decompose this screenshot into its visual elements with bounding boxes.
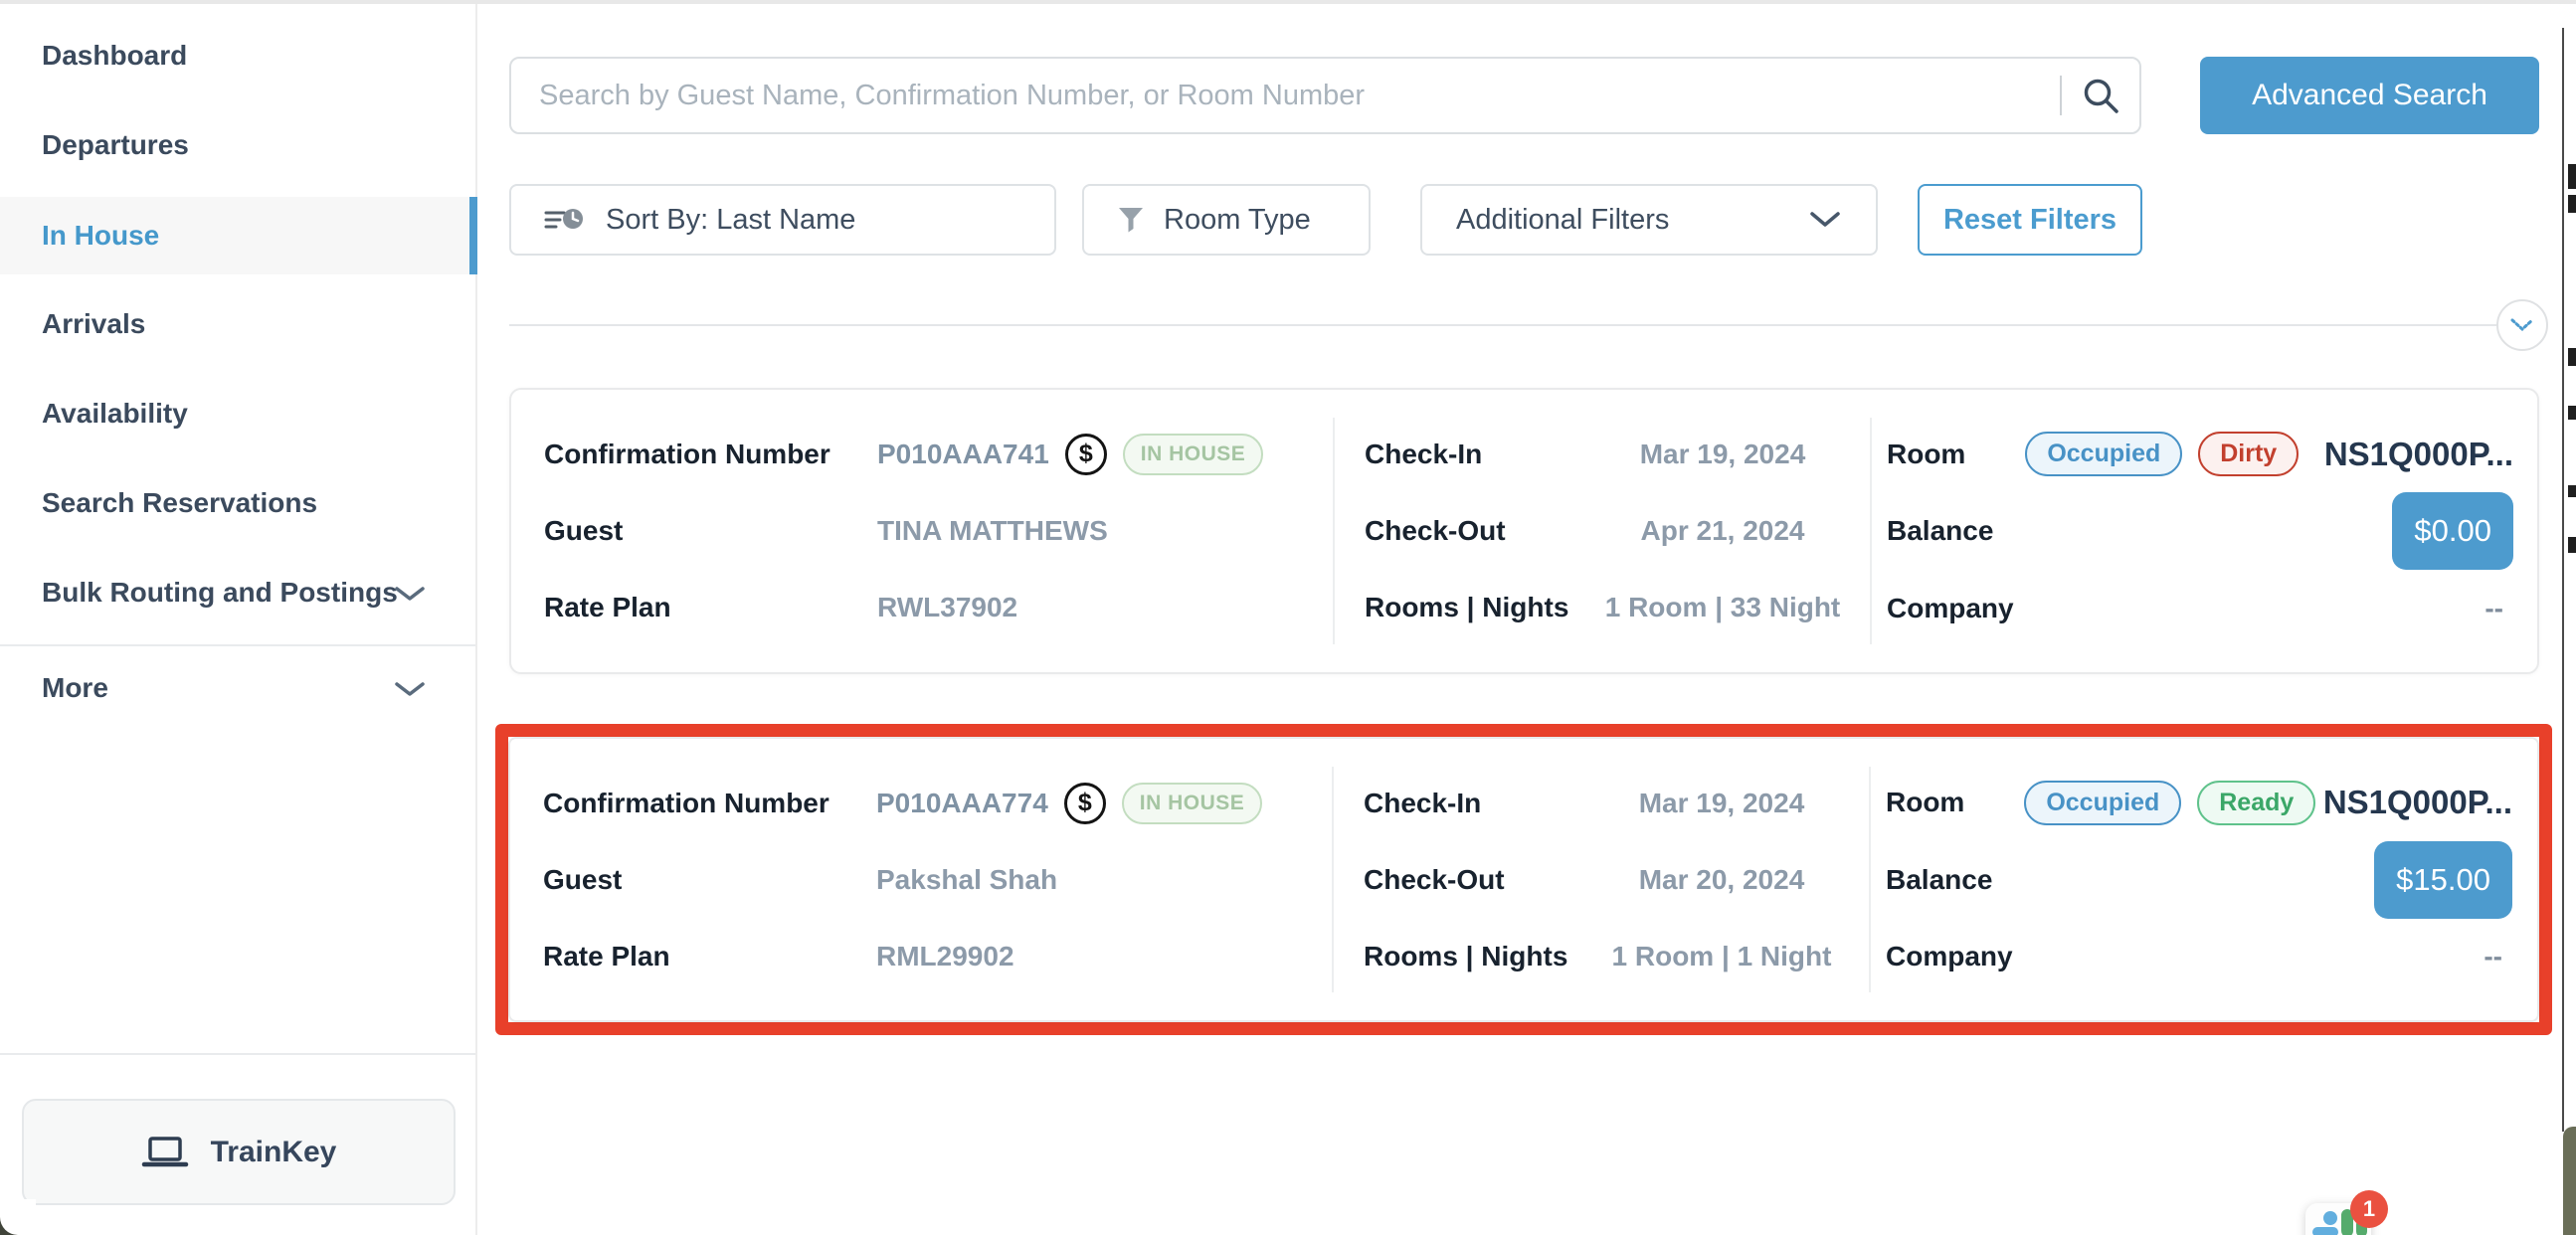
highlight-box: Confirmation Number P010AAA774 $ IN HOUS… — [495, 724, 2552, 1035]
check-in-label: Check-In — [1364, 788, 1577, 819]
app-window: Dashboard Departures In House Arrivals A… — [0, 0, 2576, 1235]
window-corner-mask — [0, 1199, 36, 1235]
dollar-icon[interactable]: $ — [1064, 783, 1106, 824]
check-out-label: Check-Out — [1364, 864, 1577, 896]
reservation-card[interactable]: Confirmation Number P010AAA774 $ IN HOUS… — [508, 737, 2539, 1022]
balance-label: Balance — [1886, 864, 1992, 896]
balance-label: Balance — [1887, 515, 1993, 547]
filter-funnel-icon — [1116, 205, 1146, 235]
trainkey-label: TrainKey — [211, 1136, 337, 1169]
background-window-fragment — [2568, 195, 2576, 213]
sidebar-item-availability[interactable]: Availability — [0, 375, 477, 452]
housekeeping-badge: Ready — [2197, 781, 2315, 825]
card-column-divider — [1870, 418, 1872, 644]
sidebar-footer-divider — [0, 1053, 475, 1055]
card-column-divider — [1333, 418, 1335, 644]
search-input[interactable] — [509, 57, 2141, 134]
laptop-icon — [141, 1137, 189, 1168]
room-label: Room — [1886, 787, 1964, 818]
sidebar-item-more[interactable]: More — [0, 649, 477, 727]
search-divider — [2060, 76, 2062, 115]
background-window-fragment — [2568, 537, 2576, 553]
room-number: NS1Q000P... — [2323, 784, 2512, 821]
housekeeping-badge: Dirty — [2198, 432, 2299, 476]
guest-name: TINA MATTHEWS — [877, 515, 1108, 547]
rate-plan-value: RWL37902 — [877, 592, 1017, 623]
sidebar-item-departures[interactable]: Departures — [0, 106, 477, 184]
guest-label: Guest — [543, 864, 876, 896]
occupancy-badge: Occupied — [2024, 781, 2181, 825]
advanced-search-button[interactable]: Advanced Search — [2200, 57, 2539, 134]
sidebar-divider — [0, 644, 475, 646]
company-label: Company — [1886, 941, 2013, 972]
section-divider — [509, 324, 2496, 326]
guest-label: Guest — [544, 515, 877, 547]
background-window-fragment — [2568, 348, 2576, 366]
balance-button[interactable]: $15.00 — [2374, 841, 2512, 919]
confirmation-label: Confirmation Number — [544, 439, 877, 470]
status-badge: IN HOUSE — [1122, 783, 1263, 824]
room-type-button[interactable]: Room Type — [1082, 184, 1371, 256]
sidebar-item-in-house[interactable]: In House — [0, 197, 477, 274]
rate-plan-value: RML29902 — [876, 941, 1014, 972]
guest-name: Pakshal Shah — [876, 864, 1057, 896]
sidebar-item-bulk-routing[interactable]: Bulk Routing and Postings — [0, 554, 477, 631]
trainkey-button[interactable]: TrainKey — [22, 1099, 456, 1205]
occupancy-badge: Occupied — [2025, 432, 2182, 476]
sidebar-item-arrivals[interactable]: Arrivals — [0, 285, 477, 363]
company-label: Company — [1887, 593, 2014, 624]
rate-plan-label: Rate Plan — [543, 941, 876, 972]
collapse-toggle[interactable] — [2496, 299, 2548, 351]
sidebar-item-search-reservations[interactable]: Search Reservations — [0, 464, 477, 542]
confirmation-number[interactable]: P010AAA774 — [876, 788, 1048, 819]
confirmation-number[interactable]: P010AAA741 — [877, 439, 1049, 470]
rate-plan-label: Rate Plan — [544, 592, 877, 623]
sort-by-button[interactable]: Sort By: Last Name — [509, 184, 1056, 256]
chat-icon-shape — [2323, 1211, 2337, 1225]
sort-icon — [544, 203, 586, 237]
room-label: Room — [1887, 439, 1965, 470]
room-type-label: Room Type — [1164, 204, 1311, 237]
sidebar-item-dashboard[interactable]: Dashboard — [0, 17, 477, 94]
check-out-date: Mar 20, 2024 — [1577, 864, 1866, 896]
rooms-nights-value: 1 Room | 33 Night — [1578, 592, 1867, 623]
dollar-icon[interactable]: $ — [1065, 434, 1107, 475]
rooms-nights-label: Rooms | Nights — [1364, 941, 1577, 972]
card-column-divider — [1332, 767, 1334, 992]
chevron-down-icon — [394, 680, 426, 698]
balance-button[interactable]: $0.00 — [2392, 492, 2513, 570]
background-window-edge — [2562, 28, 2564, 1132]
confirmation-label: Confirmation Number — [543, 788, 876, 819]
background-window-fragment — [2568, 406, 2576, 420]
additional-filters-button[interactable]: Additional Filters — [1420, 184, 1878, 256]
search-icon[interactable] — [2081, 76, 2122, 117]
chevron-down-icon — [2509, 317, 2535, 333]
room-number: NS1Q000P... — [2324, 436, 2513, 473]
rooms-nights-value: 1 Room | 1 Night — [1577, 941, 1866, 972]
status-badge: IN HOUSE — [1123, 434, 1264, 475]
sort-by-label: Sort By: Last Name — [606, 204, 855, 237]
reservation-card[interactable]: Confirmation Number P010AAA741 $ IN HOUS… — [509, 388, 2539, 674]
background-window-fragment — [2568, 164, 2576, 189]
background-window-fragment — [2563, 1127, 2576, 1235]
company-value: -- — [2484, 941, 2512, 972]
check-in-date: Mar 19, 2024 — [1578, 439, 1867, 470]
rooms-nights-label: Rooms | Nights — [1365, 592, 1578, 623]
chevron-down-icon — [394, 585, 426, 603]
chat-icon-shape — [2312, 1227, 2338, 1235]
card-column-divider — [1869, 767, 1871, 992]
reset-filters-button[interactable]: Reset Filters — [1918, 184, 2142, 256]
background-window-fragment — [2568, 485, 2576, 497]
sidebar: Dashboard Departures In House Arrivals A… — [0, 4, 477, 1235]
check-in-date: Mar 19, 2024 — [1577, 788, 1866, 819]
check-in-label: Check-In — [1365, 439, 1578, 470]
company-value: -- — [2484, 593, 2513, 624]
chevron-down-icon — [1808, 210, 1842, 230]
notification-badge[interactable]: 1 — [2350, 1190, 2388, 1228]
check-out-date: Apr 21, 2024 — [1578, 515, 1867, 547]
additional-filters-label: Additional Filters — [1456, 204, 1669, 237]
check-out-label: Check-Out — [1365, 515, 1578, 547]
